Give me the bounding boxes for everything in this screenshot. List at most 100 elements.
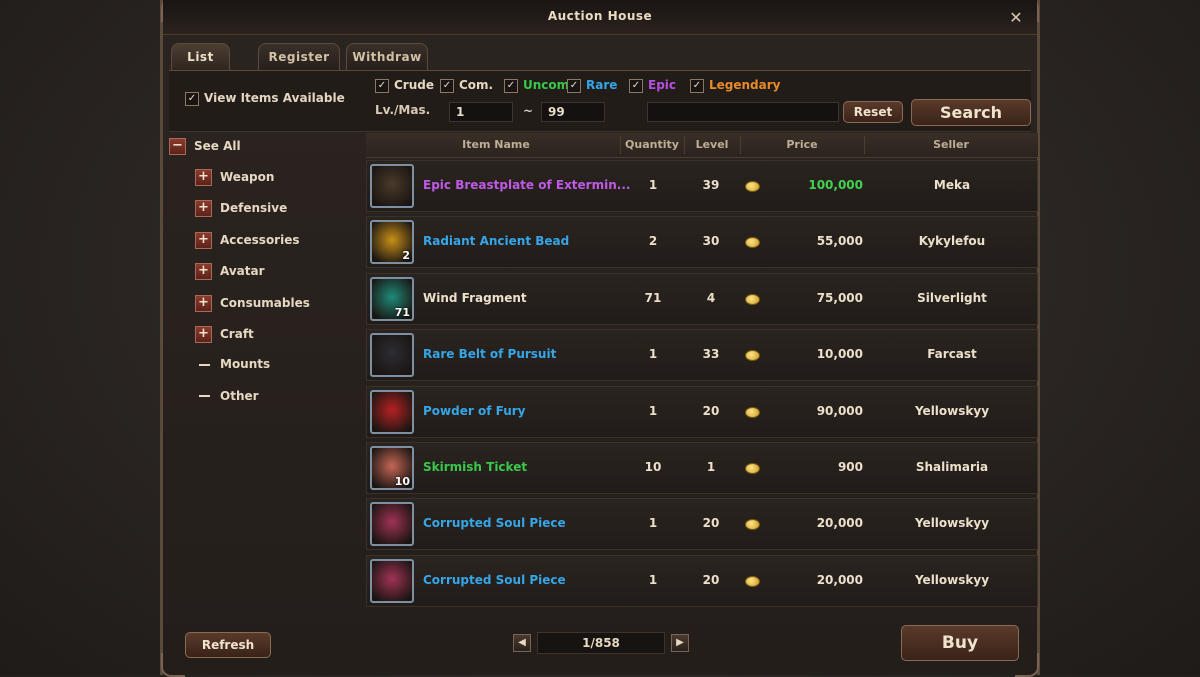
checkbox-icon: ✓ [690, 78, 704, 93]
item-price: 900 [837, 460, 863, 474]
level-label: Lv./Mas. [375, 103, 431, 117]
grade-filter-uncom[interactable]: ✓ Uncom [504, 78, 569, 93]
level-max-input[interactable]: 99 [541, 102, 605, 122]
expand-icon: + [195, 169, 212, 186]
view-items-available-checkbox[interactable]: ✓ View Items Available [185, 91, 345, 106]
sidebar-item-other[interactable]: Other [195, 389, 259, 403]
sidebar-item-defensive[interactable]: + Defensive [195, 200, 288, 218]
stack-count: 10 [394, 475, 410, 488]
belt-icon [370, 333, 414, 378]
item-seller: Yellowskyy [914, 572, 990, 587]
grade-filter-legendary[interactable]: ✓ Legendary [690, 78, 780, 93]
checkbox-icon: ✓ [440, 78, 454, 93]
refresh-button[interactable]: Refresh [185, 632, 271, 658]
table-row[interactable]: 71 Wind Fragment 71 4 75,000 Silverlight [366, 272, 1038, 325]
header-price[interactable]: Price [740, 138, 864, 151]
checkbox-icon: ✓ [185, 91, 199, 106]
category-sidebar: − See All + Weapon + Defensive + Accessories + A… [169, 133, 362, 611]
tab-register[interactable]: Register [258, 43, 340, 70]
tab-withdraw[interactable]: Withdraw [346, 43, 428, 70]
sidebar-item-label: Consumables [220, 295, 310, 310]
item-level: 33 [702, 347, 720, 362]
sidebar-item-avatar[interactable]: + Avatar [195, 263, 265, 281]
table-row[interactable]: 2 Radiant Ancient Bead 2 30 55,000 Kykylefou [366, 216, 1038, 269]
item-level: 1 [706, 460, 716, 474]
gold-coin-icon [745, 463, 760, 474]
leaf-dash-icon [199, 363, 210, 366]
sidebar-item-consumables[interactable]: + Consumables [195, 294, 310, 312]
table-row[interactable]: Epic Breastplate of Extermin... 1 39 100,00… [366, 160, 1038, 212]
search-button[interactable]: Search [911, 99, 1031, 126]
sidebar-item-see-all[interactable]: − See All [169, 138, 241, 155]
item-price: 20,000 [816, 516, 863, 531]
item-name: Corrupted Soul Piece [423, 572, 566, 587]
view-items-available-label: View Items Available [204, 91, 345, 105]
leaf-dash-icon [199, 395, 210, 398]
next-page-icon[interactable]: ▶ [671, 634, 689, 652]
stack-count: 2 [402, 249, 410, 263]
ticket-icon: 10 [370, 446, 414, 490]
table-row[interactable]: Rare Belt of Pursuit 1 33 10,000 Farcast [366, 329, 1038, 382]
sidebar-item-mounts[interactable]: Mounts [195, 357, 270, 371]
close-icon[interactable]: ✕ [1007, 9, 1025, 27]
sidebar-item-label: Accessories [220, 232, 300, 247]
auction-table: Item Name Quantity Level Price Seller Ep… [366, 133, 1038, 611]
item-name: Epic Breastplate of Extermin... [423, 178, 631, 192]
checkbox-icon: ✓ [567, 78, 581, 93]
stack-count: 71 [394, 305, 410, 319]
gold-coin-icon [745, 519, 760, 531]
item-name: Powder of Fury [423, 403, 526, 418]
sidebar-item-label: Defensive [220, 201, 288, 216]
sidebar-item-weapon[interactable]: + Weapon [195, 169, 274, 186]
item-seller: Meka [933, 178, 971, 192]
grade-filter-label: Legendary [709, 78, 781, 92]
filter-panel: ✓ View Items Available ✓ Crude ✓ Com. ✓ Uncom ✓… [169, 71, 1031, 132]
header-item-name[interactable]: Item Name [426, 138, 566, 151]
gold-coin-icon [745, 575, 760, 587]
search-input[interactable] [647, 102, 839, 122]
expand-icon: + [195, 294, 212, 312]
header-level[interactable]: Level [684, 138, 740, 151]
level-min-input[interactable]: 1 [449, 102, 513, 122]
gold-coin-icon [745, 237, 760, 249]
item-name: Radiant Ancient Bead [423, 234, 570, 249]
item-quantity: 1 [648, 178, 658, 192]
tab-list[interactable]: List [171, 43, 230, 70]
table-row[interactable]: 10 Skirmish Ticket 10 1 900 Shalimaria [366, 442, 1038, 494]
sidebar-item-label: Other [220, 388, 259, 403]
grade-filter-com[interactable]: ✓ Com. [440, 78, 493, 93]
reset-button[interactable]: Reset [843, 101, 903, 123]
table-row[interactable]: Powder of Fury 1 20 90,000 Yellowskyy [366, 385, 1038, 438]
sidebar-item-label: Weapon [220, 170, 275, 184]
prev-page-icon[interactable]: ◀ [513, 634, 531, 652]
gold-coin-icon [745, 293, 760, 305]
item-seller: Shalimaria [915, 460, 989, 474]
checkbox-icon: ✓ [375, 78, 389, 93]
item-level: 30 [702, 234, 720, 249]
item-price: 10,000 [816, 347, 863, 362]
item-level: 20 [702, 572, 720, 587]
item-quantity: 2 [648, 234, 658, 249]
soul-piece-icon [370, 558, 414, 603]
table-row[interactable]: Corrupted Soul Piece 1 20 20,000 Yellowskyy [366, 554, 1038, 607]
header-seller[interactable]: Seller [864, 138, 1038, 151]
header-quantity[interactable]: Quantity [620, 138, 684, 151]
buy-button[interactable]: Buy [901, 625, 1019, 661]
grade-filter-crude[interactable]: ✓ Crude [375, 78, 434, 93]
item-quantity: 1 [648, 403, 658, 418]
item-quantity: 10 [644, 460, 662, 474]
item-name: Rare Belt of Pursuit [423, 347, 557, 362]
grade-filter-rare[interactable]: ✓ Rare [567, 78, 617, 93]
item-quantity: 1 [648, 572, 658, 587]
item-quantity: 71 [644, 290, 662, 305]
breastplate-icon [370, 164, 414, 208]
item-quantity: 1 [648, 516, 658, 531]
sidebar-item-accessories[interactable]: + Accessories [195, 231, 300, 249]
grade-filter-label: Crude [394, 78, 434, 92]
sidebar-item-craft[interactable]: + Craft [195, 326, 254, 343]
item-seller: Yellowskyy [914, 516, 990, 531]
item-price: 20,000 [816, 572, 863, 587]
expand-icon: + [195, 231, 212, 249]
grade-filter-epic[interactable]: ✓ Epic [629, 78, 676, 93]
table-row[interactable]: Corrupted Soul Piece 1 20 20,000 Yellowskyy [366, 498, 1038, 551]
